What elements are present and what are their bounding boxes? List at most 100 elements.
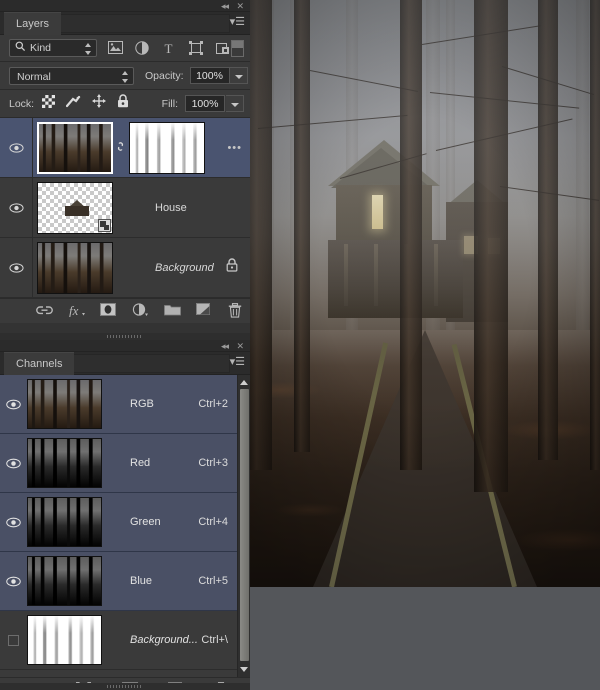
channel-row[interactable]: Red Ctrl+3	[0, 434, 250, 493]
new-group-icon[interactable]	[164, 303, 180, 319]
filter-kind-select[interactable]: Kind	[9, 39, 97, 57]
channel-visibility-toggle[interactable]	[0, 375, 27, 434]
eye-icon	[6, 458, 21, 469]
tab-channels[interactable]: Channels	[4, 352, 74, 375]
layer-row[interactable]: •••	[0, 118, 250, 178]
new-adjustment-layer-icon[interactable]	[132, 303, 148, 319]
channel-visibility-toggle[interactable]	[0, 552, 27, 611]
scroll-down-arrow-icon[interactable]	[240, 667, 248, 672]
collapse-icon[interactable]: ◂◂	[221, 341, 228, 351]
layer-name[interactable]: Background	[155, 262, 226, 274]
panel-resize-grip[interactable]	[0, 333, 250, 340]
canvas-area[interactable]	[250, 0, 600, 690]
blend-mode-value: Normal	[17, 71, 51, 83]
panel-menu-icon[interactable]: ▾☰	[230, 356, 245, 369]
channel-shortcut: Ctrl+5	[198, 575, 228, 587]
link-layers-icon[interactable]	[36, 303, 52, 319]
add-layer-style-icon[interactable]: fx	[68, 303, 84, 319]
channel-list[interactable]: RGB Ctrl+2 Red Ctrl+3 Green Ctrl+4	[0, 375, 250, 677]
layers-tab-row: Layers ▾☰	[0, 12, 250, 35]
tree-trunk-near	[400, 0, 422, 470]
layer-visibility-toggle[interactable]	[0, 238, 33, 298]
channel-row[interactable]: Green Ctrl+4	[0, 493, 250, 552]
layer-locked-icon	[226, 258, 238, 277]
new-layer-icon[interactable]	[196, 303, 212, 319]
layer-overflow-indicator: •••	[227, 142, 242, 154]
channel-thumbnail[interactable]	[27, 556, 102, 606]
channel-name[interactable]: Green	[130, 516, 198, 528]
chevron-updown-icon[interactable]	[85, 43, 92, 55]
tree-trunk-near	[294, 0, 310, 452]
adjustment-layer-filter-icon[interactable]	[135, 41, 150, 56]
eye-icon	[6, 576, 21, 587]
layer-visibility-toggle[interactable]	[0, 118, 33, 178]
layer-thumbnail[interactable]	[37, 242, 113, 294]
layer-list[interactable]: ••• House	[0, 118, 250, 298]
tab-layers[interactable]: Layers	[4, 12, 61, 35]
channel-visibility-toggle[interactable]	[0, 493, 27, 552]
channel-row[interactable]: Background... Ctrl+\	[0, 611, 250, 670]
layer-visibility-toggle[interactable]	[0, 178, 33, 238]
close-icon[interactable]: ✕	[236, 1, 244, 11]
channel-name[interactable]: Background...	[130, 634, 201, 646]
channel-row[interactable]: Blue Ctrl+5	[0, 552, 250, 611]
channel-name[interactable]: RGB	[130, 398, 198, 410]
channel-thumbnail[interactable]	[27, 497, 102, 547]
channels-panel: ◂◂ ✕ Channels ▾☰ RGB Ctrl+2 Re	[0, 340, 250, 690]
opacity-dropdown-arrow[interactable]	[230, 67, 248, 84]
channel-name[interactable]: Blue	[130, 575, 198, 587]
channel-visibility-toggle[interactable]	[0, 611, 27, 670]
pixel-layer-filter-icon[interactable]	[108, 41, 123, 56]
close-icon[interactable]: ✕	[236, 341, 244, 351]
channel-thumbnail[interactable]	[27, 615, 102, 665]
channel-thumbnail[interactable]	[27, 379, 102, 429]
channel-visibility-toggle[interactable]	[0, 434, 27, 493]
layer-thumbnail[interactable]	[37, 122, 113, 174]
fill-label: Fill:	[162, 98, 178, 110]
scroll-up-arrow-icon[interactable]	[240, 380, 248, 385]
delete-layer-icon[interactable]	[228, 303, 244, 319]
lock-image-pixels-icon[interactable]	[66, 95, 81, 113]
lock-transparent-pixels-icon[interactable]	[42, 95, 55, 113]
chevron-updown-icon[interactable]	[122, 71, 129, 83]
opacity-input[interactable]: 100%	[190, 67, 230, 84]
blend-mode-row: Normal Opacity: 100%	[0, 62, 250, 90]
canvas-image[interactable]	[250, 0, 600, 587]
eye-icon	[6, 399, 21, 410]
scrollbar-thumb[interactable]	[240, 389, 249, 661]
layers-panel: ◂◂ ✕ Layers ▾☰ Kind	[0, 0, 250, 340]
eye-icon	[9, 203, 24, 213]
layer-row[interactable]: House	[0, 178, 250, 238]
channel-hidden-checkbox[interactable]	[8, 635, 19, 646]
layer-thumbnail[interactable]	[37, 182, 113, 234]
lit-window	[372, 195, 383, 229]
mask-link-icon[interactable]	[113, 140, 127, 156]
channel-thumbnail[interactable]	[27, 438, 102, 488]
smart-object-filter-icon[interactable]	[216, 41, 231, 56]
eye-icon	[9, 143, 24, 153]
tree-trunk-near	[474, 0, 508, 492]
layer-name[interactable]: House	[155, 202, 250, 214]
channel-name[interactable]: Red	[130, 457, 198, 469]
tab-empty-field	[60, 354, 230, 373]
tree-trunk-near	[590, 0, 600, 470]
lock-all-icon[interactable]	[117, 94, 129, 113]
fill-dropdown-arrow[interactable]	[226, 95, 244, 112]
layer-row[interactable]: Background	[0, 238, 250, 298]
shape-layer-filter-icon[interactable]	[189, 41, 204, 56]
panel-resize-grip[interactable]	[0, 683, 250, 690]
filter-enable-toggle[interactable]	[231, 40, 244, 57]
blend-mode-select[interactable]: Normal	[9, 67, 134, 85]
collapse-icon[interactable]: ◂◂	[221, 1, 228, 11]
lock-position-icon[interactable]	[92, 94, 106, 113]
layer-mask-thumbnail[interactable]	[129, 122, 205, 174]
fill-input[interactable]: 100%	[185, 95, 225, 112]
channel-shortcut: Ctrl+\	[201, 634, 228, 646]
channel-row[interactable]: RGB Ctrl+2	[0, 375, 250, 434]
svg-text:fx: fx	[69, 303, 79, 317]
type-layer-filter-icon[interactable]: T	[162, 41, 177, 56]
channel-list-scrollbar[interactable]	[237, 375, 250, 677]
lock-row: Lock: Fill: 100%	[0, 90, 250, 118]
panel-menu-icon[interactable]: ▾☰	[230, 16, 245, 29]
add-layer-mask-icon[interactable]	[100, 303, 116, 319]
